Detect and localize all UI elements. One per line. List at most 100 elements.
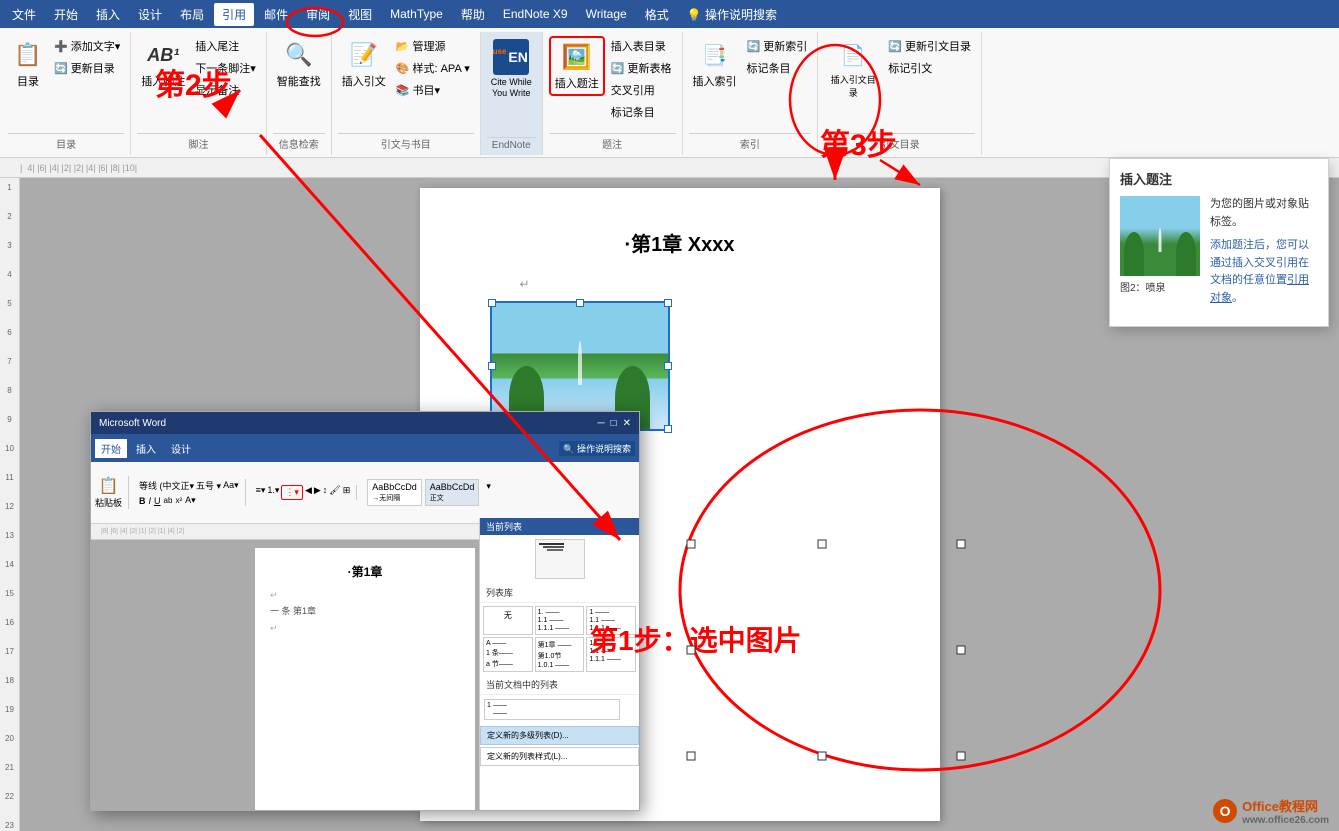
handle-br[interactable] <box>664 425 672 433</box>
sub-border[interactable]: ⊞ <box>343 485 351 500</box>
list-heading1[interactable]: 第1章 ——第1.0节1.0.1 —— <box>535 637 585 672</box>
update-table-auth-button[interactable]: 🔄 更新引文目录 <box>884 36 975 56</box>
sub-paste-button[interactable]: 📋 粘贴板 <box>95 476 122 509</box>
sub-menu-design[interactable]: 设计 <box>165 439 197 458</box>
ribbon: 📋 目录 ➕ 添加文字▾ 🔄 更新目录 目录 <box>0 28 1339 158</box>
tooltip-popup: 插入题注 图2：喷泉 为您的图片或对象贴标签。 添加题注后，您可以通过插入交叉引… <box>1109 158 1329 327</box>
handle-ml[interactable] <box>488 362 496 370</box>
next-footnote-label: 下一条脚注▾ <box>195 60 256 76</box>
caption-label: 插入题注 <box>555 75 599 91</box>
tooltip-image-wrap: 图2：喷泉 <box>1120 196 1200 308</box>
office-logo-icon: O <box>1213 799 1237 823</box>
footnote-label: 插入脚注 <box>141 73 185 89</box>
sub-numbered-list[interactable]: 1.▾ <box>267 485 279 500</box>
toc-button[interactable]: 📋 目录 <box>8 36 48 92</box>
update-table-button[interactable]: 🔄 更新表格 <box>607 58 676 78</box>
menu-design[interactable]: 设计 <box>130 3 170 26</box>
bibliography-button[interactable]: 📚 书目▾ <box>392 80 474 100</box>
mark-entry-button[interactable]: 标记条目 <box>743 58 812 78</box>
sub-maximize[interactable]: □ <box>611 418 617 429</box>
insert-citation-button[interactable]: 📝 插入引文 <box>338 36 390 92</box>
sub-underline[interactable]: U <box>154 496 161 506</box>
sub-menu-insert[interactable]: 插入 <box>130 439 162 458</box>
insert-index-button[interactable]: 📑 插入索引 <box>689 36 741 92</box>
sub-menu-start[interactable]: 开始 <box>95 439 127 458</box>
research-group-label: 信息检索 <box>273 133 325 153</box>
mark-citation-button[interactable]: 标记引文 <box>884 58 975 78</box>
current-list-preview <box>535 539 585 579</box>
insert-endnote-button[interactable]: 插入尾注 <box>191 36 260 56</box>
list-section1[interactable]: 1 ——1.1 ——1.1.1 —— <box>586 637 636 672</box>
toc-right-col: ➕ 添加文字▾ 🔄 更新目录 <box>50 36 124 78</box>
sub-close[interactable]: ✕ <box>623 418 631 429</box>
sub-font-color[interactable]: A▾ <box>185 495 196 506</box>
add-text-button[interactable]: ➕ 添加文字▾ <box>50 36 124 56</box>
show-notes-button[interactable]: 显示备注 <box>191 80 260 100</box>
update-index-button[interactable]: 🔄 更新索引 <box>743 36 812 56</box>
list-bullet2[interactable]: 1 ——1.1 ——1.1.1 —— <box>586 606 636 635</box>
sub-line-space[interactable]: ↕ <box>323 485 328 500</box>
menu-review[interactable]: 审阅 <box>298 3 338 26</box>
sub-style-normal[interactable]: AaBbCcDd→无间隔 <box>367 479 422 506</box>
cite-while-write-button[interactable]: use EN Cite WhileYou Write <box>487 36 536 102</box>
next-footnote-button[interactable]: 下一条脚注▾ <box>191 58 260 78</box>
logo-text: Office教程网 <box>1242 796 1329 815</box>
menu-help[interactable]: 帮助 <box>453 3 493 26</box>
handle-mr[interactable] <box>664 362 672 370</box>
menu-insert[interactable]: 插入 <box>88 3 128 26</box>
insert-table-auth-button[interactable]: 📄 插入引文目录 <box>824 36 882 102</box>
insert-caption-button[interactable]: 🖼️ 插入题注 <box>549 36 605 96</box>
ribbon-group-toc: 📋 目录 ➕ 添加文字▾ 🔄 更新目录 目录 <box>2 32 131 155</box>
list-bullet1[interactable]: 1. ——1.1 ——1.1.1 —— <box>535 606 585 635</box>
menu-layout[interactable]: 布局 <box>172 3 212 26</box>
sub-italic[interactable]: I <box>149 496 152 506</box>
menu-search[interactable]: 💡 操作说明搜索 <box>679 3 785 26</box>
define-new-list-button[interactable]: 定义新的多级列表(D)... <box>480 726 639 745</box>
insert-footnote-button[interactable]: AB¹ 插入脚注 <box>137 36 189 92</box>
label-items-button[interactable]: 标记条目 <box>607 102 676 122</box>
menu-view[interactable]: 视图 <box>340 3 380 26</box>
menu-mathtype[interactable]: MathType <box>382 4 451 24</box>
sub-style-expand[interactable]: ▾ <box>482 479 495 506</box>
sub-subscript[interactable]: ab <box>164 496 173 505</box>
handle-tl[interactable] <box>488 299 496 307</box>
index-group-label: 索引 <box>689 133 812 153</box>
handle-tm[interactable] <box>576 299 584 307</box>
sub-search[interactable]: 🔍 操作说明搜索 <box>559 441 635 456</box>
sub-indent-right[interactable]: ▶ <box>314 485 321 500</box>
index-buttons: 📑 插入索引 🔄 更新索引 标记条目 <box>689 34 812 133</box>
menu-endnote[interactable]: EndNote X9 <box>495 4 576 24</box>
endnote-group-label: EndNote <box>487 137 536 153</box>
manage-source-button[interactable]: 📂 管理源 <box>392 36 474 56</box>
handle-tr[interactable] <box>664 299 672 307</box>
menu-format[interactable]: 格式 <box>637 3 677 26</box>
chapter-title: ·第1章 Xxxx <box>470 228 890 257</box>
update-toc-button[interactable]: 🔄 更新目录 <box>50 58 124 78</box>
insert-table-toc-button[interactable]: 插入表目录 <box>607 36 676 56</box>
menu-file[interactable]: 文件 <box>4 3 44 26</box>
list-library-section: 列表库 <box>480 583 639 603</box>
sub-title-bar: Microsoft Word ─ □ ✕ <box>91 412 639 434</box>
define-new-style-button[interactable]: 定义新的列表样式(L)... <box>480 747 639 766</box>
cross-reference-button[interactable]: 交叉引用 <box>607 80 676 100</box>
sub-bold[interactable]: B <box>139 496 146 506</box>
sub-shading[interactable]: 🖌 <box>329 485 340 500</box>
menu-writage[interactable]: Writage <box>578 4 635 24</box>
list-none[interactable]: 无 <box>483 606 533 635</box>
sub-list-btn[interactable]: ≡▾ <box>256 485 266 500</box>
menu-mail[interactable]: 邮件 <box>256 3 296 26</box>
table-auth-right-col: 🔄 更新引文目录 标记引文 <box>884 36 975 78</box>
sub-style-noSpace[interactable]: AaBbCcDd正文 <box>425 479 480 506</box>
menu-references[interactable]: 引用 <box>214 3 254 26</box>
sub-superscript[interactable]: x² <box>175 496 182 505</box>
sub-indent-left[interactable]: ◀ <box>305 485 312 500</box>
smart-find-button[interactable]: 🔍 智能查找 <box>273 36 325 92</box>
style-apa-button[interactable]: 🎨 样式: APA ▾ <box>392 58 474 78</box>
logo-site: www.office26.com <box>1242 815 1329 826</box>
sub-minimize[interactable]: ─ <box>597 418 604 429</box>
menu-start[interactable]: 开始 <box>46 3 86 26</box>
sub-multilevel-list[interactable]: ⋮▾ <box>281 485 303 500</box>
left-ruler: 12345 678910 1112131415 1617181920 21222… <box>0 178 20 831</box>
list-alpha1[interactable]: A ——1 条——a 节—— <box>483 637 533 672</box>
ribbon-content: 📋 目录 ➕ 添加文字▾ 🔄 更新目录 目录 <box>0 28 1339 157</box>
